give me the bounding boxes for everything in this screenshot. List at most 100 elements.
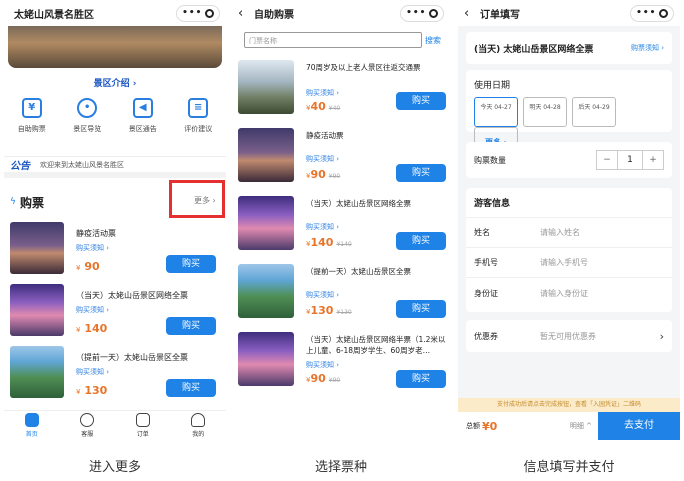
mini-program-capsule[interactable]: ••• [400, 4, 444, 22]
ticket-name: (当天) 太姥山岳景区网络全票 [474, 44, 594, 55]
ticket-item[interactable]: 70周岁及以上老人景区往返交通票 购买须知 › ¥40 ¥40 购买 [238, 60, 446, 118]
feedback-icon: ≡ [188, 98, 209, 118]
ticket-note[interactable]: 购买须知 › [306, 88, 339, 98]
back-icon[interactable]: ‹ [238, 6, 250, 21]
price-value: 90 [310, 168, 326, 181]
minus-button[interactable]: − [597, 151, 617, 169]
buy-button[interactable]: 购买 [396, 232, 446, 250]
ticket-note[interactable]: 购买须知 › [76, 367, 222, 377]
mini-program-capsule[interactable]: ••• [176, 4, 220, 22]
ticket-name: （当天）太姥山岳景区网络半票（1.2米以上儿童、6-18周岁学生、60周岁老… [306, 335, 446, 355]
ticket-item[interactable]: （提前一天）太姥山岳景区全票 购买须知 › ¥130 ¥130 购买 [238, 264, 446, 322]
scenery-banner[interactable] [8, 26, 222, 68]
ticket-note[interactable]: 购买须知 › [306, 222, 339, 232]
ticket-item[interactable]: （当天）太姥山岳景区网络半票（1.2米以上儿童、6-18周岁学生、60周岁老… … [238, 332, 446, 390]
caption-step-1: 进入更多 [88, 460, 141, 475]
buy-button[interactable]: 购买 [166, 317, 216, 335]
close-target-icon[interactable] [428, 8, 438, 18]
tab-orders[interactable]: 订单 [135, 413, 150, 438]
menu-notice[interactable]: ◀ 景区通告 [118, 98, 168, 134]
original-price: ¥130 [336, 309, 352, 316]
buy-button[interactable]: 购买 [396, 164, 446, 182]
ticket-note[interactable]: 购买须知 › [306, 154, 339, 164]
quantity-card: 购票数量 − 1 + [466, 142, 672, 178]
id-input[interactable]: 请输入身份证 [540, 288, 588, 299]
ticket-price: ¥90 ¥90 [306, 372, 340, 385]
caption-step-3: 信息填写并支付 [523, 460, 615, 475]
search-input[interactable]: 门票名称 [244, 32, 422, 48]
buy-button[interactable]: 购买 [166, 379, 216, 397]
menu-label: 景区通告 [128, 125, 157, 133]
date-option-today[interactable]: 今天 04-27 [474, 97, 518, 127]
date-option-after[interactable]: 后天 04-29 [572, 97, 616, 127]
quantity-stepper[interactable]: − 1 + [596, 150, 664, 170]
quick-menu: ¥ 自助购票 • 景区导览 ◀ 景区通告 ≡ 评价建议 [4, 98, 226, 134]
buy-button[interactable]: 购买 [396, 300, 446, 318]
phone-input[interactable]: 请输入手机号 [540, 257, 588, 268]
buy-button[interactable]: 购买 [396, 370, 446, 388]
ticket-name: 静疫活动票 [76, 229, 116, 238]
total-amount: ¥0 [482, 419, 498, 433]
ticket-thumb [238, 264, 294, 318]
more-dots-icon[interactable]: ••• [182, 8, 202, 18]
plus-button[interactable]: + [643, 151, 663, 169]
coupon-row[interactable]: 优惠券 暂无可用优惠券 › [466, 320, 672, 352]
qty-label: 购票数量 [474, 155, 506, 165]
coupon-card[interactable]: 优惠券 暂无可用优惠券 › [466, 320, 672, 352]
close-target-icon[interactable] [658, 8, 668, 18]
menu-self-ticket[interactable]: ¥ 自助购票 [7, 98, 57, 134]
ticket-item[interactable]: （当天）太姥山岳景区网络全票 购买须知 › ¥ 140 购买 [10, 284, 222, 339]
ticket-thumb [238, 196, 294, 250]
scenic-intro-link[interactable]: 景区介绍 › [4, 76, 226, 89]
ticket-note[interactable]: 购买须知 › [306, 290, 339, 300]
ticket-note-link[interactable]: 购票须知 › [631, 43, 664, 53]
chevron-right-icon: › [659, 329, 664, 343]
date-label: 使用日期 [474, 81, 511, 91]
ticket-item[interactable]: （当天）太姥山岳景区网络全票 购买须知 › ¥140 ¥140 购买 [238, 196, 446, 254]
buy-button[interactable]: 购买 [396, 92, 446, 110]
ticket-note[interactable]: 购买须知 › [76, 305, 222, 315]
payment-bar: 总额 ¥0 明细 ^ 去支付 [458, 412, 680, 440]
more-link[interactable]: 更多 › [194, 195, 216, 206]
menu-feedback[interactable]: ≡ 评价建议 [173, 98, 223, 134]
notice-text: 欢迎来到太姥山风景名胜区 [40, 160, 124, 169]
original-price: ¥140 [336, 241, 352, 248]
more-dots-icon[interactable]: ••• [406, 8, 426, 18]
original-price: ¥40 [328, 105, 341, 112]
tab-mine[interactable]: 我的 [191, 413, 206, 438]
detail-toggle[interactable]: 明细 ^ [570, 421, 592, 431]
buy-button[interactable]: 购买 [166, 255, 216, 273]
price-value: 130 [310, 304, 334, 317]
close-target-icon[interactable] [204, 8, 214, 18]
tab-label: 我的 [192, 431, 205, 438]
visitor-title: 游客信息 [466, 188, 672, 218]
notice-bar[interactable]: 公告 欢迎来到太姥山风景名胜区 [4, 156, 226, 178]
ticket-note[interactable]: 购买须知 › [76, 243, 222, 253]
currency: ¥ [76, 326, 81, 334]
ticket-item[interactable]: 静疫活动票购买须知 › ¥ 90 购买 [10, 222, 222, 277]
back-icon[interactable]: ‹ [464, 6, 476, 21]
map-pin-icon: • [77, 98, 98, 118]
quantity-value[interactable]: 1 [617, 151, 643, 169]
name-input[interactable]: 请输入姓名 [540, 227, 580, 238]
ticket-item[interactable]: （提前一天）太姥山岳景区全票 购买须知 › ¥ 130 购买 [10, 346, 222, 401]
search-button[interactable]: 搜索 [425, 35, 441, 46]
menu-guide[interactable]: • 景区导览 [62, 98, 112, 134]
ticket-note[interactable]: 购买须知 › [306, 360, 339, 370]
pay-button[interactable]: 去支付 [598, 412, 680, 440]
visitor-card: 游客信息 姓名 请输入姓名 手机号 请输入手机号 身份证 请输入身份证 [466, 188, 672, 312]
ticket-name: （提前一天）太姥山岳景区全票 [76, 353, 188, 362]
field-label: 手机号 [474, 258, 498, 267]
date-option-tomorrow[interactable]: 明天 04-28 [523, 97, 567, 127]
tab-bar: 首页 客服 订单 我的 [4, 410, 226, 440]
tab-home[interactable]: 首页 [24, 413, 39, 438]
more-highlight[interactable]: 更多 › [169, 180, 225, 218]
phone-field[interactable]: 手机号 请输入手机号 [466, 248, 672, 278]
name-field[interactable]: 姓名 请输入姓名 [466, 218, 672, 248]
ticket-price: ¥ 90 [76, 260, 100, 273]
ticket-item[interactable]: 静疫活动票 购买须知 › ¥90 ¥90 购买 [238, 128, 446, 186]
more-dots-icon[interactable]: ••• [636, 8, 656, 18]
mini-program-capsule[interactable]: ••• [630, 4, 674, 22]
tab-service[interactable]: 客服 [80, 413, 95, 438]
id-field[interactable]: 身份证 请输入身份证 [466, 278, 672, 308]
